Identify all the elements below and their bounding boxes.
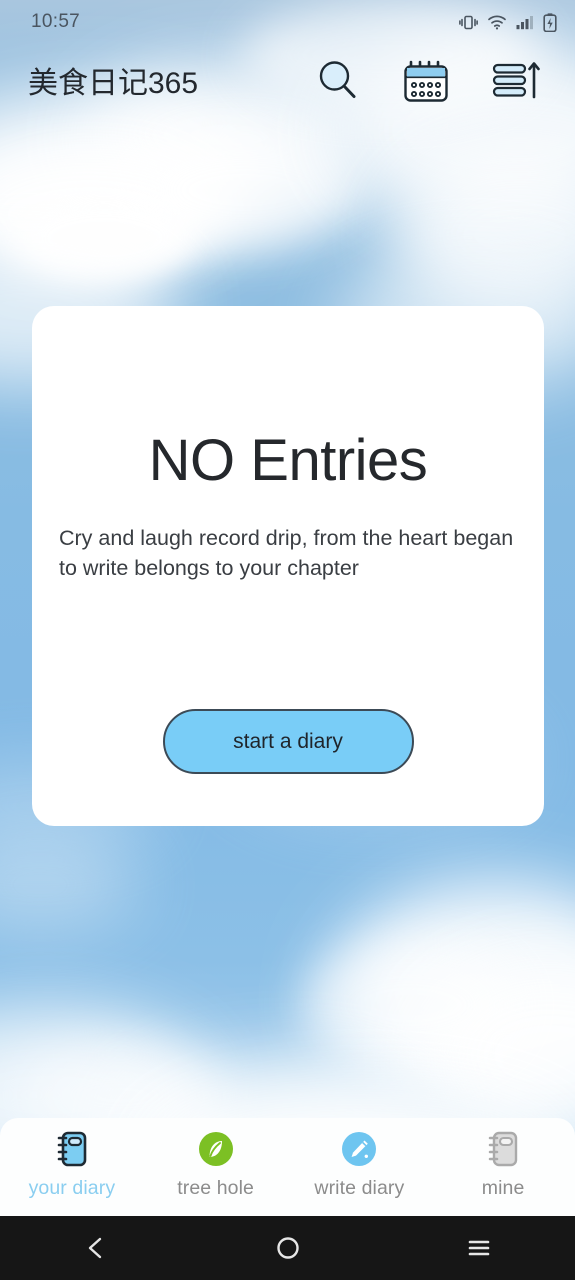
- tab-label: tree hole: [177, 1177, 255, 1199]
- app-bar: 美食日记365: [0, 48, 575, 112]
- phone-screen: 10:57 美食日记365 NO Entries Cry and laugh r…: [0, 0, 575, 1280]
- app-bar-actions: [314, 55, 547, 105]
- tab-label: write diary: [314, 1177, 405, 1199]
- recents-menu-icon[interactable]: [383, 1216, 575, 1280]
- android-nav-bar: [0, 1216, 575, 1280]
- tab-write-diary[interactable]: write diary: [288, 1127, 432, 1200]
- start-a-diary-button[interactable]: start a diary: [162, 709, 414, 774]
- empty-state-subtitle: Cry and laugh record drip, from the hear…: [59, 526, 514, 580]
- tab-label: mine: [481, 1177, 525, 1199]
- tab-tree-hole[interactable]: tree hole: [144, 1127, 288, 1200]
- sort-icon[interactable]: [492, 57, 542, 103]
- status-icons: [459, 12, 557, 32]
- search-icon[interactable]: [314, 57, 360, 103]
- tab-your-diary[interactable]: your diary: [0, 1127, 144, 1200]
- tab-mine[interactable]: mine: [431, 1127, 575, 1200]
- battery-charging-icon: [543, 12, 557, 32]
- status-time: 10:57: [31, 11, 81, 32]
- notebook-gray-icon: [484, 1127, 522, 1171]
- wifi-icon: [487, 14, 507, 30]
- back-chevron-icon[interactable]: [0, 1216, 192, 1280]
- bottom-tab-bar: your diary tree hole write diary mine: [0, 1118, 575, 1216]
- primary-action-area: start a diary: [58, 709, 518, 774]
- tab-label: your diary: [28, 1177, 116, 1199]
- notebook-icon: [53, 1127, 91, 1171]
- empty-state-card: NO Entries Cry and laugh record drip, fr…: [32, 306, 544, 826]
- calendar-icon[interactable]: [400, 55, 452, 105]
- signal-icon: [516, 14, 534, 30]
- vibrate-icon: [459, 14, 478, 31]
- app-title: 美食日记365: [28, 67, 199, 100]
- status-bar: 10:57: [0, 0, 575, 44]
- home-circle-icon[interactable]: [192, 1216, 384, 1280]
- pencil-circle-icon: [339, 1127, 379, 1171]
- empty-state-title: NO Entries: [148, 428, 428, 493]
- leaf-circle-icon: [196, 1127, 236, 1171]
